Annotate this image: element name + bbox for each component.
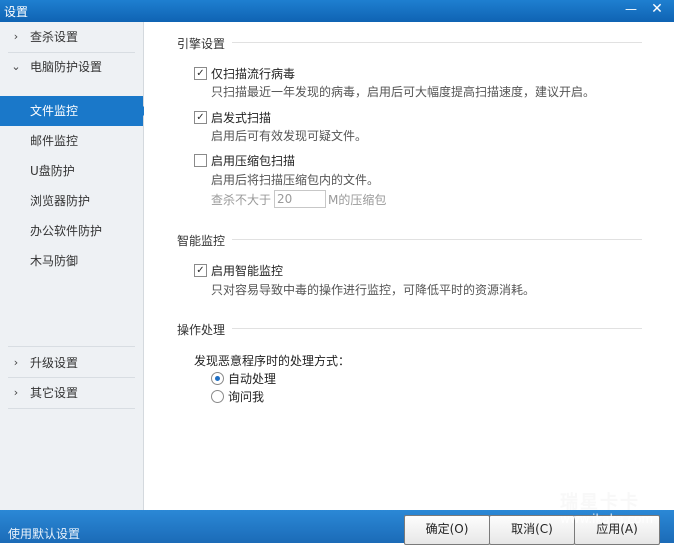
settings-panel: 引擎设置 ✓ 仅扫描流行病毒 只扫描最近一年发现的病毒，启用后可大幅度提高扫描速… bbox=[144, 22, 674, 510]
popular-virus-description: 只扫描最近一年发现的病毒，启用后可大幅度提高扫描速度，建议开启。 bbox=[211, 85, 596, 99]
auto-handle-label: 自动处理 bbox=[228, 372, 277, 386]
sidebar-item-update-settings[interactable]: › 升级设置 bbox=[0, 348, 143, 378]
popular-virus-label: 仅扫描流行病毒 bbox=[211, 67, 296, 81]
sidebar-item-office-protection[interactable]: 办公软件防护 bbox=[0, 216, 143, 246]
smart-monitor-checkbox[interactable]: ✓ bbox=[194, 264, 207, 277]
minimize-button[interactable]: — bbox=[618, 0, 644, 20]
heuristic-scan-description: 启用后可有效发现可疑文件。 bbox=[211, 129, 368, 143]
sidebar-item-label: 浏览器防护 bbox=[30, 194, 91, 208]
sidebar-item-label: 升级设置 bbox=[30, 356, 79, 370]
sidebar: › 查杀设置 ⌄ 电脑防护设置 文件监控 邮件监控 U盘防护 浏览器防护 办公软… bbox=[0, 22, 148, 510]
section-title-action: 操作处理 bbox=[177, 323, 226, 337]
chevron-right-icon: › bbox=[13, 30, 19, 43]
divider bbox=[8, 408, 135, 409]
sidebar-item-file-monitor[interactable]: 文件监控 bbox=[0, 96, 143, 126]
sidebar-item-other-settings[interactable]: › 其它设置 bbox=[0, 378, 143, 408]
divider bbox=[232, 42, 642, 43]
archive-scan-label: 启用压缩包扫描 bbox=[211, 154, 296, 168]
archive-size-input[interactable]: 20 bbox=[274, 190, 326, 208]
sidebar-item-mail-monitor[interactable]: 邮件监控 bbox=[0, 126, 143, 156]
sidebar-item-label: 文件监控 bbox=[30, 104, 79, 118]
divider bbox=[232, 328, 642, 329]
chevron-right-icon: › bbox=[13, 386, 19, 399]
divider bbox=[8, 346, 135, 347]
popular-virus-checkbox[interactable]: ✓ bbox=[194, 67, 207, 80]
sidebar-item-label: 办公软件防护 bbox=[30, 224, 103, 238]
heuristic-scan-checkbox[interactable]: ✓ bbox=[194, 111, 207, 124]
sidebar-item-label: U盘防护 bbox=[30, 164, 75, 178]
chevron-right-icon: › bbox=[13, 356, 19, 369]
archive-size-prefix: 查杀不大于 bbox=[211, 193, 272, 207]
archive-scan-description: 启用后将扫描压缩包内的文件。 bbox=[211, 173, 380, 187]
chevron-down-icon: ⌄ bbox=[11, 60, 21, 73]
sidebar-item-label: 电脑防护设置 bbox=[30, 60, 103, 74]
sidebar-item-label: 木马防御 bbox=[30, 254, 79, 268]
sidebar-item-label: 邮件监控 bbox=[30, 134, 79, 148]
sidebar-item-label: 查杀设置 bbox=[30, 30, 79, 44]
sidebar-item-trojan-defense[interactable]: 木马防御 bbox=[0, 246, 143, 276]
section-title-smart-monitor: 智能监控 bbox=[177, 234, 226, 248]
archive-scan-checkbox[interactable] bbox=[194, 154, 207, 167]
auto-handle-radio[interactable] bbox=[211, 372, 224, 385]
sidebar-item-scan-settings[interactable]: › 查杀设置 bbox=[0, 22, 143, 52]
section-title-engine: 引擎设置 bbox=[177, 37, 226, 51]
heuristic-scan-label: 启发式扫描 bbox=[211, 111, 272, 125]
watermark-url: www.ikaka.com bbox=[560, 512, 654, 526]
sidebar-item-browser-protection[interactable]: 浏览器防护 bbox=[0, 186, 143, 216]
ask-me-radio[interactable] bbox=[211, 390, 224, 403]
window-title: 设置 bbox=[4, 5, 29, 19]
watermark: 瑞星卡卡 www.ikaka.com bbox=[560, 488, 653, 526]
title-bar: 设置 — ✕ bbox=[0, 0, 674, 22]
close-button[interactable]: ✕ bbox=[644, 0, 670, 20]
use-default-settings-link[interactable]: 使用默认设置 bbox=[8, 525, 80, 542]
sidebar-item-label: 其它设置 bbox=[30, 386, 79, 400]
ask-me-label: 询问我 bbox=[228, 390, 265, 404]
watermark-brand: 瑞星卡卡 bbox=[560, 492, 640, 513]
sidebar-item-pc-protection[interactable]: ⌄ 电脑防护设置 bbox=[0, 52, 143, 82]
malware-action-prompt: 发现恶意程序时的处理方式： bbox=[194, 354, 351, 368]
archive-size-suffix: M的压缩包 bbox=[328, 193, 387, 207]
smart-monitor-description: 只对容易导致中毒的操作进行监控，可降低平时的资源消耗。 bbox=[211, 283, 536, 297]
ok-button[interactable]: 确定(O) bbox=[404, 515, 490, 545]
sidebar-item-usb-protection[interactable]: U盘防护 bbox=[0, 156, 143, 186]
divider bbox=[232, 239, 642, 240]
smart-monitor-label: 启用智能监控 bbox=[211, 264, 284, 278]
